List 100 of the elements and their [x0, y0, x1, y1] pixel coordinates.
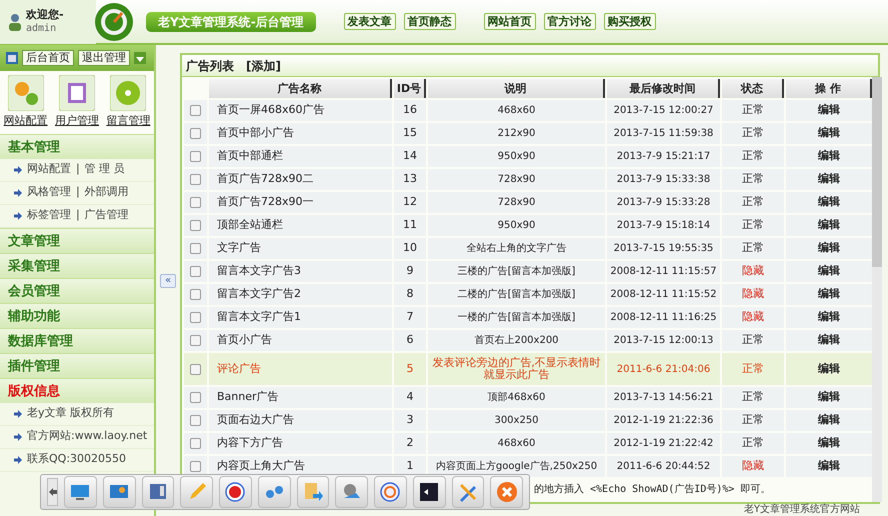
status-cell: 正常	[722, 169, 784, 190]
edit-link[interactable]: 编辑	[786, 456, 872, 477]
user-name: admin	[26, 22, 58, 36]
sidebar-link[interactable]: 网站配置	[27, 161, 71, 178]
network-icon[interactable]	[258, 476, 291, 508]
edit-link[interactable]: 编辑	[786, 146, 872, 167]
pencil-icon[interactable]	[180, 476, 214, 508]
sidebar-top-button[interactable]: 退出管理	[78, 50, 130, 66]
column-header: 状态	[722, 79, 784, 98]
checkbox[interactable]	[190, 461, 201, 472]
scrollbar[interactable]	[872, 77, 882, 502]
edit-link[interactable]: 编辑	[786, 284, 872, 305]
monitor-icon[interactable]	[64, 476, 97, 508]
sidebar-link[interactable]: 官方网站:www.laoy.net	[27, 428, 148, 445]
table-cell: 4	[394, 387, 426, 408]
table-cell: 首页右上200x200	[428, 330, 605, 351]
checkbox[interactable]	[190, 335, 201, 346]
tools-icon[interactable]	[452, 476, 484, 508]
checkbox[interactable]	[190, 312, 201, 323]
table-cell: 2	[394, 433, 426, 454]
checkbox[interactable]	[190, 174, 201, 185]
edit-link[interactable]: 编辑	[786, 192, 872, 213]
checkbox[interactable]	[190, 151, 201, 162]
collapse-button[interactable]: «	[160, 274, 176, 288]
sidebar-top-button[interactable]: 后台首页	[22, 50, 74, 66]
checkbox[interactable]	[190, 105, 201, 116]
table-cell: 文字广告	[209, 238, 392, 259]
logo-icon	[94, 2, 134, 42]
header-link[interactable]: 网站首页	[484, 13, 536, 30]
section-header[interactable]: 基本管理	[0, 134, 154, 158]
table-cell: 首页一屏468x60广告	[209, 100, 392, 121]
section-header[interactable]: 数据库管理	[0, 328, 154, 352]
close-icon[interactable]	[490, 476, 524, 508]
shortcut-link[interactable]: 留言管理	[106, 75, 150, 130]
edit-link[interactable]: 编辑	[786, 410, 872, 431]
sidebar-link[interactable]: 联系QQ:30020550	[27, 451, 126, 468]
official-site-link[interactable]: 老Y文章管理系统官方网站	[744, 504, 860, 516]
table-cell: 16	[394, 100, 426, 121]
checkbox[interactable]	[190, 220, 201, 231]
edit-link[interactable]: 编辑	[786, 330, 872, 351]
section-header[interactable]: 会员管理	[0, 278, 154, 302]
table-cell: 内容页面上方google广告,250x250	[428, 456, 605, 477]
header-link[interactable]: 购买授权	[604, 13, 656, 30]
table-cell: 评论广告	[209, 353, 392, 385]
add-link[interactable]: [添加]	[246, 56, 281, 74]
checkbox[interactable]	[190, 438, 201, 449]
record-icon[interactable]	[219, 476, 252, 508]
table-cell: 2012-1-19 21:22:42	[607, 433, 720, 454]
section-header[interactable]: 采集管理	[0, 252, 154, 278]
sidebar-link[interactable]: 外部调用	[84, 184, 129, 201]
status-cell: 正常	[722, 410, 784, 431]
edit-link[interactable]: 编辑	[786, 387, 872, 408]
header-link[interactable]: 发表文章	[344, 13, 396, 30]
section-header[interactable]: 版权信息	[0, 378, 154, 402]
power-icon[interactable]	[374, 476, 407, 508]
edit-link[interactable]: 编辑	[786, 307, 872, 328]
checkbox[interactable]	[190, 197, 201, 208]
header-link[interactable]: 首页静态	[404, 13, 456, 30]
table-cell: 15	[394, 123, 426, 144]
checkbox[interactable]	[190, 289, 201, 300]
arrow-icon	[14, 188, 22, 196]
edit-link[interactable]: 编辑	[786, 353, 872, 385]
section-header[interactable]: 辅助功能	[0, 302, 154, 328]
table-cell: 468x60	[428, 433, 605, 454]
column-header: 最后修改时间	[607, 79, 720, 98]
edit-link[interactable]: 编辑	[786, 215, 872, 236]
sidebar-link[interactable]: 广告管理	[84, 207, 129, 224]
edit-link[interactable]: 编辑	[786, 169, 872, 190]
edit-link[interactable]: 编辑	[786, 100, 872, 121]
table-cell: 页面右边大广告	[209, 410, 392, 431]
table-cell: Banner广告	[209, 387, 392, 408]
monitor-user-icon[interactable]	[102, 476, 136, 508]
terminal-icon[interactable]	[412, 476, 446, 508]
checkbox[interactable]	[190, 392, 201, 403]
shortcut-link[interactable]: 用户管理	[54, 75, 99, 130]
checkbox[interactable]	[190, 128, 201, 139]
usage-note: 的地方插入 <%Echo ShowAD(广告ID号)%> 即可。	[534, 482, 770, 497]
table-cell: 顶部468x60	[428, 387, 605, 408]
welcome-text: 欢迎您-	[26, 8, 64, 22]
section-header[interactable]: 文章管理	[0, 228, 154, 252]
edit-link[interactable]: 编辑	[786, 123, 872, 144]
table-cell: 内容下方广告	[209, 433, 392, 454]
checkbox[interactable]	[190, 266, 201, 277]
checkbox[interactable]	[190, 364, 201, 374]
edit-link[interactable]: 编辑	[786, 433, 872, 454]
status-cell: 正常	[722, 330, 784, 351]
shortcut-link[interactable]: 网站配置	[4, 75, 48, 130]
sidebar-link[interactable]: 标签管理	[27, 207, 71, 224]
table-cell: 468x60	[428, 100, 605, 121]
sidebar-link[interactable]: 管 理 员	[84, 161, 125, 178]
checkbox[interactable]	[190, 243, 201, 254]
sidebar-link[interactable]: 老y文章 版权所有	[27, 405, 114, 422]
table-cell: 留言本文字广告1	[209, 307, 392, 328]
table-cell: 8	[394, 284, 426, 305]
checkbox[interactable]	[190, 415, 201, 426]
edit-link[interactable]: 编辑	[786, 238, 872, 259]
section-header[interactable]: 插件管理	[0, 352, 154, 378]
sidebar-link[interactable]: 风格管理	[27, 184, 71, 201]
header-link[interactable]: 官方讨论	[544, 13, 596, 30]
edit-link[interactable]: 编辑	[786, 261, 872, 282]
